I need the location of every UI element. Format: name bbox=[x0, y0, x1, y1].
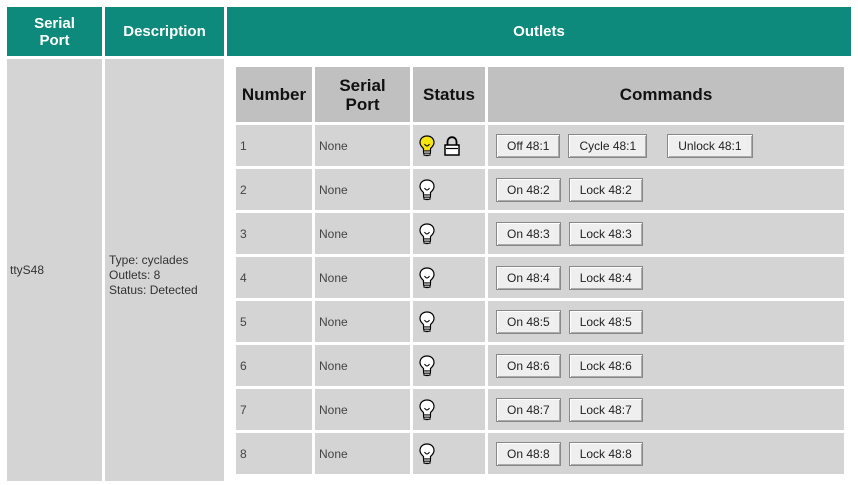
header-description-label: Description bbox=[123, 23, 206, 40]
on-outlet-button[interactable]: On 48:6 bbox=[496, 353, 561, 378]
outlet-serial-port: None bbox=[315, 257, 410, 298]
outlet-row: 2 None On 48:2 Lock 48:2 bbox=[236, 169, 844, 210]
outlet-status bbox=[413, 389, 485, 430]
col-status-label: Status bbox=[423, 85, 475, 104]
outlet-commands: Off 48:1 Cycle 48:1 Unlock 48:1 bbox=[488, 125, 844, 166]
outlets-cell: Number Serial Port Status Commands 1 Non… bbox=[227, 59, 851, 481]
lightbulb-on-icon bbox=[419, 134, 435, 157]
off-outlet-button[interactable]: Off 48:1 bbox=[496, 133, 561, 158]
lock-outlet-button[interactable]: Lock 48:6 bbox=[568, 353, 643, 378]
col-commands-label: Commands bbox=[619, 85, 713, 104]
outlet-serial-port: None bbox=[315, 213, 410, 254]
outlet-status bbox=[413, 301, 485, 342]
lock-outlet-button[interactable]: Lock 48:3 bbox=[568, 221, 643, 246]
lightbulb-off-icon bbox=[419, 442, 435, 465]
outlet-status bbox=[413, 125, 485, 166]
header-description: Description bbox=[105, 7, 224, 56]
port-type: Type: cyclades bbox=[109, 253, 189, 267]
col-status: Status bbox=[413, 67, 485, 122]
outlet-number: 6 bbox=[236, 345, 312, 386]
port-name: ttyS48 bbox=[10, 263, 45, 277]
outlet-row: 8 None On 48:8 Lock 48:8 bbox=[236, 433, 844, 474]
on-outlet-button[interactable]: On 48:3 bbox=[496, 221, 561, 246]
lightbulb-off-icon bbox=[419, 222, 435, 245]
outlet-commands: On 48:2 Lock 48:2 bbox=[488, 169, 844, 210]
outlet-row: 3 None On 48:3 Lock 48:3 bbox=[236, 213, 844, 254]
power-management-table: Serial Port Description Outlets ttyS48 T… bbox=[4, 4, 854, 484]
outlet-number: 1 bbox=[236, 125, 312, 166]
port-outlets: Outlets: 8 bbox=[109, 268, 161, 282]
outlet-number: 3 bbox=[236, 213, 312, 254]
outlet-serial-port: None bbox=[315, 169, 410, 210]
outlet-serial-port: None bbox=[315, 125, 410, 166]
outlet-number: 7 bbox=[236, 389, 312, 430]
header-serial-port-label: Serial Port bbox=[34, 14, 75, 49]
outlet-commands: On 48:4 Lock 48:4 bbox=[488, 257, 844, 298]
outlet-row: 7 None On 48:7 Lock 48:7 bbox=[236, 389, 844, 430]
lightbulb-off-icon bbox=[419, 178, 435, 201]
col-number-label: Number bbox=[241, 85, 307, 104]
col-serial-port-label: Serial Port bbox=[339, 75, 386, 114]
lock-outlet-button[interactable]: Lock 48:2 bbox=[568, 177, 643, 202]
outlet-commands: On 48:8 Lock 48:8 bbox=[488, 433, 844, 474]
on-outlet-button[interactable]: On 48:2 bbox=[496, 177, 561, 202]
outlet-status bbox=[413, 433, 485, 474]
lightbulb-off-icon bbox=[419, 310, 435, 333]
on-outlet-button[interactable]: On 48:4 bbox=[496, 265, 561, 290]
outlet-number: 2 bbox=[236, 169, 312, 210]
outlet-row: 4 None On 48:4 Lock 48:4 bbox=[236, 257, 844, 298]
lock-outlet-button[interactable]: Lock 48:8 bbox=[568, 441, 643, 466]
outlet-rows: 1 None Off 48:1 Cycle 48:1 Unlock 48:1 2 N… bbox=[236, 125, 844, 474]
outlet-number: 8 bbox=[236, 433, 312, 474]
outlet-serial-port: None bbox=[315, 345, 410, 386]
outlet-row: 1 None Off 48:1 Cycle 48:1 Unlock 48:1 bbox=[236, 125, 844, 166]
lock-outlet-button[interactable]: Lock 48:4 bbox=[568, 265, 643, 290]
header-outlets-label: Outlets bbox=[513, 23, 565, 40]
col-commands: Commands bbox=[488, 67, 844, 122]
col-number: Number bbox=[236, 67, 312, 122]
outlet-number: 4 bbox=[236, 257, 312, 298]
col-serial-port: Serial Port bbox=[315, 67, 410, 122]
port-name-cell: ttyS48 bbox=[7, 59, 102, 481]
outlet-status bbox=[413, 213, 485, 254]
port-description-cell: Type: cyclades Outlets: 8 Status: Detect… bbox=[105, 59, 224, 481]
on-outlet-button[interactable]: On 48:5 bbox=[496, 309, 561, 334]
lock-outlet-button[interactable]: Lock 48:5 bbox=[568, 309, 643, 334]
port-status: Status: Detected bbox=[109, 283, 198, 297]
outlet-serial-port: None bbox=[315, 389, 410, 430]
lightbulb-off-icon bbox=[419, 398, 435, 421]
lightbulb-off-icon bbox=[419, 354, 435, 377]
header-serial-port: Serial Port bbox=[7, 7, 102, 56]
outlet-commands: On 48:7 Lock 48:7 bbox=[488, 389, 844, 430]
on-outlet-button[interactable]: On 48:7 bbox=[496, 397, 561, 422]
outlet-status bbox=[413, 345, 485, 386]
outlet-status bbox=[413, 257, 485, 298]
outlet-row: 5 None On 48:5 Lock 48:5 bbox=[236, 301, 844, 342]
outlet-serial-port: None bbox=[315, 433, 410, 474]
outlet-commands: On 48:5 Lock 48:5 bbox=[488, 301, 844, 342]
lock-outlet-button[interactable]: Lock 48:7 bbox=[568, 397, 643, 422]
header-outlets: Outlets bbox=[227, 7, 851, 56]
outlet-number: 5 bbox=[236, 301, 312, 342]
on-outlet-button[interactable]: On 48:8 bbox=[496, 441, 561, 466]
outlet-commands: On 48:3 Lock 48:3 bbox=[488, 213, 844, 254]
outlet-row: 6 None On 48:6 Lock 48:6 bbox=[236, 345, 844, 386]
cycle-outlet-button[interactable]: Cycle 48:1 bbox=[568, 133, 648, 158]
padlock-icon bbox=[443, 135, 461, 156]
outlet-status bbox=[413, 169, 485, 210]
outlet-commands: On 48:6 Lock 48:6 bbox=[488, 345, 844, 386]
unlock-outlet-button[interactable]: Unlock 48:1 bbox=[667, 133, 753, 158]
outlet-serial-port: None bbox=[315, 301, 410, 342]
outlets-table: Number Serial Port Status Commands 1 Non… bbox=[233, 64, 847, 477]
lightbulb-off-icon bbox=[419, 266, 435, 289]
